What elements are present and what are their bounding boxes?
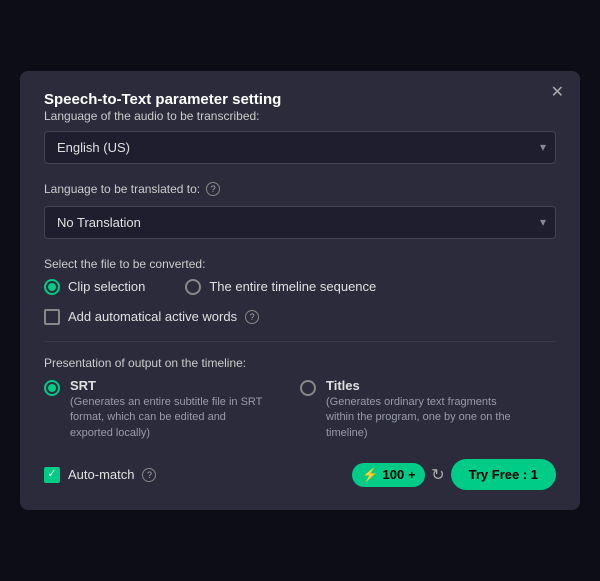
auto-match-label: Auto-match (68, 467, 134, 482)
presentation-section: Presentation of output on the timeline: … (44, 356, 556, 441)
active-words-label: Add automatical active words (68, 309, 237, 324)
try-free-button[interactable]: Try Free : 1 (451, 459, 556, 490)
dialog-box: Speech-to-Text parameter setting ✕ Langu… (20, 71, 580, 510)
language-translate-row: Language to be translated to: ? (44, 182, 556, 196)
refresh-icon[interactable]: ↻ (431, 465, 444, 485)
titles-desc: (Generates ordinary text fragments withi… (326, 395, 526, 441)
dialog-title: Speech-to-Text parameter setting (44, 91, 281, 108)
language-audio-label: Language of the audio to be transcribed: (44, 109, 556, 123)
auto-match-help-icon[interactable]: ? (142, 468, 156, 482)
srt-desc: (Generates an entire subtitle file in SR… (70, 395, 270, 441)
output-options-group: SRT (Generates an entire subtitle file i… (44, 378, 556, 441)
active-words-row[interactable]: Add automatical active words ? (44, 309, 556, 325)
auto-match-row[interactable]: Auto-match ? (44, 467, 156, 483)
language-translate-select-wrapper: No Translation ▾ (44, 206, 556, 239)
titles-option[interactable]: Titles (Generates ordinary text fragment… (300, 378, 556, 441)
entire-timeline-radio[interactable] (185, 279, 201, 295)
srt-option-text: SRT (Generates an entire subtitle file i… (70, 378, 270, 441)
titles-option-text: Titles (Generates ordinary text fragment… (326, 378, 526, 441)
entire-timeline-label: The entire timeline sequence (209, 279, 376, 294)
file-section-label: Select the file to be converted: (44, 257, 556, 271)
language-translate-label: Language to be translated to: (44, 182, 200, 196)
credits-lightning-icon: ⚡ (362, 467, 378, 483)
translate-help-icon[interactable]: ? (206, 182, 220, 196)
language-audio-select-wrapper: English (US) ▾ (44, 131, 556, 164)
divider (44, 341, 556, 342)
footer-row: Auto-match ? ⚡ 100 + ↻ Try Free : 1 (44, 459, 556, 490)
srt-title: SRT (70, 378, 270, 393)
close-button[interactable]: ✕ (551, 85, 564, 101)
active-words-checkbox[interactable] (44, 309, 60, 325)
clip-selection-label: Clip selection (68, 279, 145, 294)
modal-overlay: Speech-to-Text parameter setting ✕ Langu… (0, 0, 600, 581)
auto-match-checkbox[interactable] (44, 467, 60, 483)
credits-plus-icon[interactable]: + (408, 468, 415, 482)
titles-title: Titles (326, 378, 526, 393)
credits-badge: ⚡ 100 + (352, 463, 425, 487)
srt-radio[interactable] (44, 380, 60, 396)
credits-row: ⚡ 100 + ↻ Try Free : 1 (352, 459, 556, 490)
srt-option[interactable]: SRT (Generates an entire subtitle file i… (44, 378, 300, 441)
presentation-label: Presentation of output on the timeline: (44, 356, 556, 370)
language-translate-select[interactable]: No Translation (44, 206, 556, 239)
titles-radio[interactable] (300, 380, 316, 396)
credits-value: 100 (383, 467, 405, 482)
language-audio-select[interactable]: English (US) (44, 131, 556, 164)
file-radio-group: Clip selection The entire timeline seque… (44, 279, 556, 295)
entire-timeline-option[interactable]: The entire timeline sequence (185, 279, 376, 295)
clip-selection-radio[interactable] (44, 279, 60, 295)
clip-selection-option[interactable]: Clip selection (44, 279, 145, 295)
active-words-help-icon[interactable]: ? (245, 310, 259, 324)
